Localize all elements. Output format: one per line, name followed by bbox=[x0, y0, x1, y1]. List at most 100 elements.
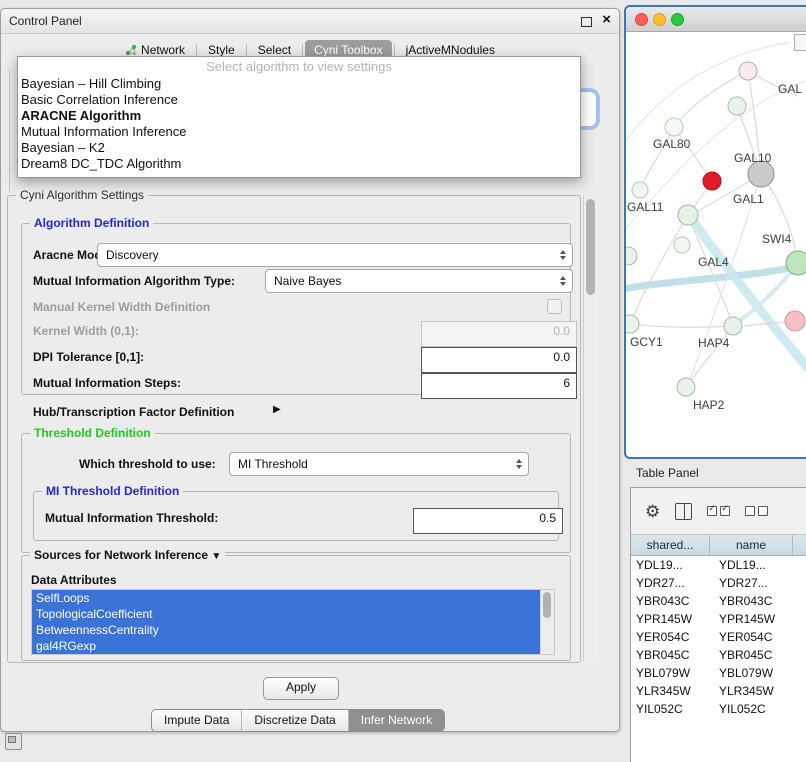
node-label-gal4: GAL4 bbox=[698, 255, 729, 269]
network-canvas[interactable]: GALGAL80GAL10GAL11GAL1SWI4GAL4GCY1HAP4HA… bbox=[626, 32, 806, 456]
network-node[interactable] bbox=[632, 182, 648, 198]
manual-kernel-checkbox[interactable] bbox=[547, 299, 562, 314]
network-node[interactable] bbox=[665, 118, 683, 136]
node-label-swi4: SWI4 bbox=[762, 232, 792, 246]
group-title: MI Threshold Definition bbox=[42, 484, 183, 498]
table-row[interactable]: YLR345WYLR345W9. bbox=[631, 682, 806, 700]
tab-separator bbox=[302, 44, 303, 57]
attribute-item-selfloops[interactable]: SelfLoops bbox=[32, 590, 541, 606]
gear-icon[interactable]: ⚙ bbox=[645, 503, 660, 520]
table-row[interactable]: YIL052CYIL052C bbox=[631, 700, 806, 718]
network-node-gal10[interactable] bbox=[703, 172, 721, 190]
unchecked-pair-icon[interactable] bbox=[745, 506, 768, 516]
network-node[interactable] bbox=[739, 62, 757, 80]
minimized-panel-icon[interactable] bbox=[5, 733, 22, 750]
columns-icon[interactable] bbox=[675, 503, 692, 520]
network-node[interactable] bbox=[626, 247, 637, 265]
network-node[interactable] bbox=[728, 97, 746, 115]
table-cell: YBR043C bbox=[714, 594, 801, 608]
bottom-tab-infer-network[interactable]: Infer Network bbox=[348, 710, 444, 731]
network-graph[interactable]: GALGAL80GAL10GAL11GAL1SWI4GAL4GCY1HAP4HA… bbox=[626, 32, 806, 456]
column-header-name[interactable]: name bbox=[710, 535, 793, 555]
data-attributes-list[interactable]: SelfLoopsTopologicalCoefficientBetweenne… bbox=[31, 589, 555, 655]
data-attributes-list-items: SelfLoopsTopologicalCoefficientBetweenne… bbox=[32, 590, 541, 654]
tab-separator bbox=[246, 44, 247, 57]
table-row[interactable]: YBR045CYBR045C9. bbox=[631, 646, 806, 664]
column-header-shared[interactable]: shared... bbox=[631, 535, 710, 555]
algorithm-option-basic-correlation-inference[interactable]: Basic Correlation Inference bbox=[18, 92, 580, 108]
table-cell: 9. bbox=[801, 648, 806, 662]
table-cell: YDL19... bbox=[714, 558, 801, 572]
table-cell: 9. bbox=[801, 612, 806, 626]
attribute-item-betweennesscentrality[interactable]: BetweennessCentrality bbox=[32, 622, 541, 638]
group-title: Threshold Definition bbox=[30, 426, 155, 440]
algorithm-option-aracne-algorithm[interactable]: ARACNE Algorithm bbox=[18, 108, 580, 124]
dpi-tolerance-field[interactable]: 0.0 bbox=[421, 347, 577, 373]
mi-steps-field[interactable]: 6 bbox=[421, 373, 577, 399]
combo-arrows-icon bbox=[516, 459, 522, 469]
node-label-gal80: GAL80 bbox=[653, 137, 691, 151]
table-cell: YBR043C bbox=[631, 594, 714, 608]
network-node[interactable] bbox=[785, 311, 805, 331]
settings-scrollbar[interactable] bbox=[583, 195, 597, 661]
column-header-3[interactable] bbox=[793, 535, 806, 555]
table-cell: YIL052C bbox=[631, 702, 714, 716]
table-row[interactable]: YBR043CYBR043C bbox=[631, 592, 806, 610]
algorithm-option-mutual-information-inference[interactable]: Mutual Information Inference bbox=[18, 124, 580, 140]
apply-button[interactable]: Apply bbox=[263, 677, 339, 700]
hub-section-label[interactable]: Hub/Transcription Factor Definition bbox=[33, 405, 234, 419]
table-row[interactable]: YER054CYER054C8. bbox=[631, 628, 806, 646]
bottom-tab-discretize-data[interactable]: Discretize Data bbox=[241, 710, 347, 731]
table-row[interactable]: YDL19...YDL19...13 bbox=[631, 556, 806, 574]
dpi-tolerance-label: DPI Tolerance [0,1]: bbox=[33, 350, 144, 364]
table-cell: 13 bbox=[801, 558, 806, 572]
mi-type-combobox[interactable]: Naive Bayes bbox=[265, 269, 573, 293]
table-body: YDL19...YDL19...13YDR27...YDR27...12YBR0… bbox=[631, 556, 806, 718]
canvas-corner-widget[interactable] bbox=[794, 34, 806, 51]
table-cell: YIL052C bbox=[714, 702, 801, 716]
network-node-hap2[interactable] bbox=[677, 378, 695, 396]
expanded-arrow-icon[interactable]: ▼ bbox=[211, 551, 221, 562]
attribute-item-topologicalcoefficient[interactable]: TopologicalCoefficient bbox=[32, 606, 541, 622]
algorithm-dropdown-list: Bayesian – Hill ClimbingBasic Correlatio… bbox=[18, 76, 580, 172]
attribute-item-gal4rgexp[interactable]: gal4RGexp bbox=[32, 638, 541, 654]
node-label-gcy1: GCY1 bbox=[630, 335, 663, 349]
kernel-width-field[interactable]: 0.0 bbox=[421, 321, 577, 347]
table-cell: YDR27... bbox=[631, 576, 714, 590]
list-scrollbar[interactable] bbox=[540, 590, 554, 654]
network-node-swi4[interactable] bbox=[786, 251, 806, 275]
checked-pair-icon[interactable] bbox=[707, 506, 730, 516]
zoom-traffic-light[interactable] bbox=[671, 13, 684, 26]
close-traffic-light[interactable] bbox=[635, 13, 648, 26]
algorithm-option-dream8-dc-tdc-algorithm[interactable]: Dream8 DC_TDC Algorithm bbox=[18, 156, 580, 172]
scrollbar-thumb[interactable] bbox=[586, 199, 595, 295]
which-threshold-combobox[interactable]: MI Threshold bbox=[229, 452, 529, 476]
close-icon[interactable]: × bbox=[602, 12, 611, 28]
network-window-titlebar[interactable] bbox=[626, 7, 806, 32]
table-row[interactable]: YDR27...YDR27...12 bbox=[631, 574, 806, 592]
bottom-tab-impute-data[interactable]: Impute Data bbox=[152, 710, 241, 731]
list-scrollbar-thumb[interactable] bbox=[543, 592, 551, 618]
sources-group-title[interactable]: Sources for Network Inference ▼ bbox=[30, 548, 225, 562]
algorithm-dropdown-popup: Select algorithm to view settings Bayesi… bbox=[17, 56, 581, 178]
table-cell: YDR27... bbox=[714, 576, 801, 590]
mi-threshold-field[interactable]: 0.5 bbox=[413, 508, 563, 534]
network-node-hap4[interactable] bbox=[724, 317, 742, 335]
which-threshold-value: MI Threshold bbox=[238, 457, 308, 471]
network-node-gcy1[interactable] bbox=[626, 315, 639, 333]
table-row[interactable]: YBL079WYBL079W bbox=[631, 664, 806, 682]
mi-type-label: Mutual Information Algorithm Type: bbox=[33, 274, 235, 288]
algorithm-option-bayesian-hill-climbing[interactable]: Bayesian – Hill Climbing bbox=[18, 76, 580, 92]
algorithm-option-bayesian-k2[interactable]: Bayesian – K2 bbox=[18, 140, 580, 156]
tab-separator bbox=[196, 44, 197, 57]
minimize-traffic-light[interactable] bbox=[653, 13, 666, 26]
collapsed-arrow-icon[interactable]: ▶ bbox=[273, 404, 281, 415]
network-node-gal1[interactable] bbox=[678, 205, 698, 225]
control-panel-titlebar[interactable]: Control Panel × bbox=[1, 9, 619, 34]
mi-type-value: Naive Bayes bbox=[274, 274, 341, 288]
aracne-mode-combobox[interactable]: Discovery bbox=[97, 243, 573, 267]
table-row[interactable]: YPR145WYPR145W9. bbox=[631, 610, 806, 628]
float-window-icon[interactable] bbox=[581, 17, 592, 27]
node-label-hap2: HAP2 bbox=[693, 398, 725, 412]
network-node[interactable] bbox=[674, 237, 690, 253]
